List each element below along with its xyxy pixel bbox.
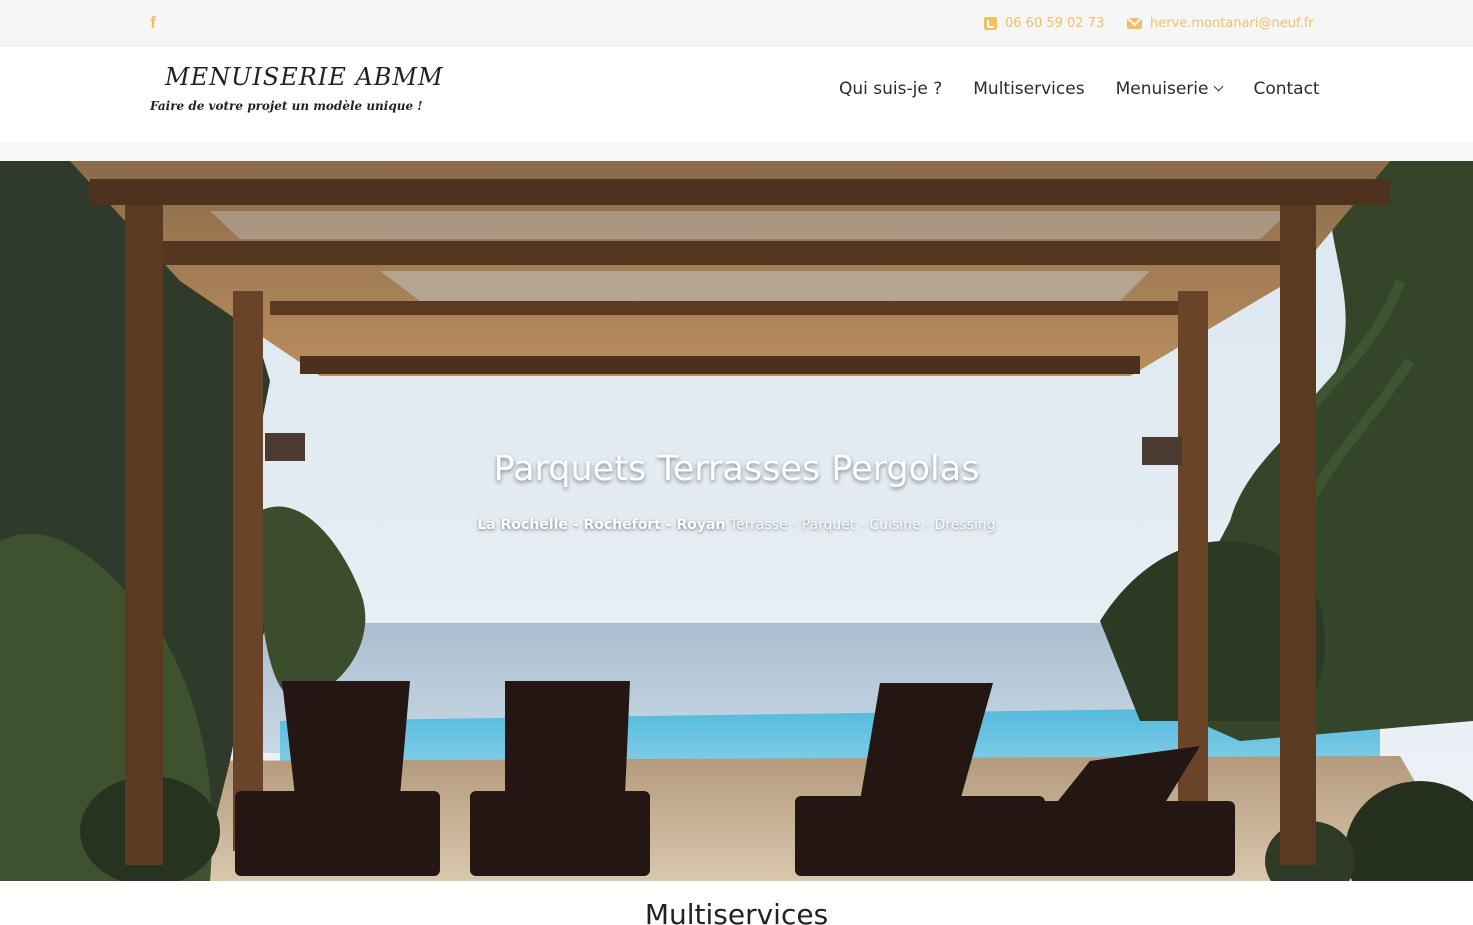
- nav-item-label: Qui suis-je ?: [839, 79, 943, 99]
- nav-item-label: Multiservices: [973, 79, 1085, 99]
- email-link[interactable]: herve.montanari@neuf.fr: [1127, 13, 1314, 33]
- nav-item-menuiserie[interactable]: Menuiserie: [1115, 79, 1224, 99]
- header-spacer: [0, 142, 1473, 161]
- hero-banner: Parquets Terrasses Pergolas La Rochelle …: [0, 161, 1473, 881]
- hero-subtitle-services: Terrasse - Parquet - Cuisine - Dressing: [729, 517, 996, 533]
- logo-title: MENUISERIE ABMM: [165, 63, 444, 91]
- nav-item-label: Contact: [1253, 79, 1320, 99]
- email-address: herve.montanari@neuf.fr: [1150, 15, 1314, 31]
- logo-tagline: Faire de votre projet un modèle unique !: [150, 99, 423, 113]
- phone-number: 06 60 59 02 73: [1005, 15, 1105, 31]
- hero-subtitle-locations: La Rochelle - Rochefort - Royan: [477, 517, 726, 533]
- chevron-down-icon: [1214, 81, 1224, 92]
- top-bar: f 06 60 59 02 73 herve.montanari@neuf.fr: [0, 0, 1473, 46]
- hero-subtitle: La Rochelle - Rochefort - Royan Terrasse…: [0, 517, 1473, 533]
- envelope-icon: [1127, 17, 1142, 29]
- nav-item-label: Menuiserie: [1115, 79, 1209, 99]
- nav-item-qui-suis-je[interactable]: Qui suis-je ?: [839, 79, 942, 99]
- phone-link[interactable]: 06 60 59 02 73: [984, 13, 1104, 33]
- phone-square-icon: [984, 16, 997, 30]
- site-header: MENUISERIE ABMM Faire de votre projet un…: [0, 47, 1473, 142]
- nav-item-multiservices[interactable]: Multiservices: [973, 79, 1084, 99]
- site-logo[interactable]: MENUISERIE ABMM Faire de votre projet un…: [148, 61, 443, 123]
- main-nav: Qui suis-je ? Multiservices Menuiserie C…: [839, 77, 1320, 101]
- facebook-icon[interactable]: f: [147, 12, 159, 34]
- nav-item-contact[interactable]: Contact: [1253, 79, 1319, 99]
- hero-title: Parquets Terrasses Pergolas: [493, 449, 980, 489]
- section-title-multiservices: Multiservices: [644, 898, 829, 925]
